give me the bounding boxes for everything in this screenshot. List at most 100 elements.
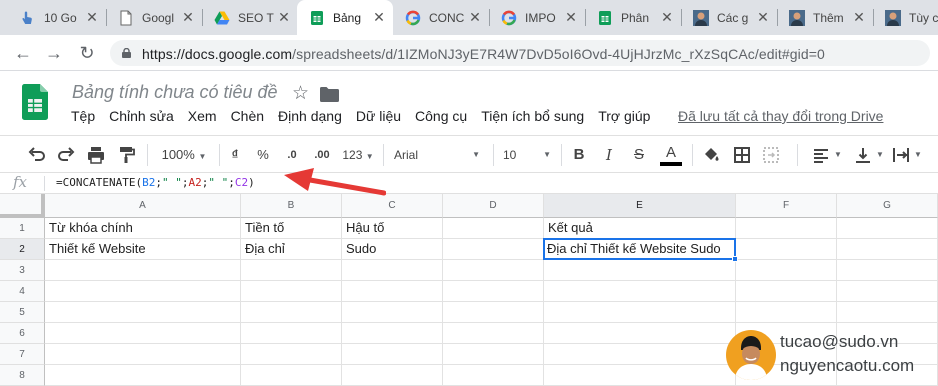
chevron-down-icon[interactable]: ▼ bbox=[876, 144, 884, 166]
paint-format-icon[interactable] bbox=[115, 144, 137, 166]
cell-c3[interactable] bbox=[342, 260, 443, 281]
text-color-button[interactable]: A bbox=[660, 144, 682, 166]
browser-tab[interactable]: CONC ✕ bbox=[393, 0, 489, 35]
menu-insert[interactable]: Chèn bbox=[224, 108, 271, 128]
vertical-align-icon[interactable] bbox=[852, 144, 874, 166]
row-header-3[interactable]: 3 bbox=[0, 260, 45, 281]
menu-edit[interactable]: Chỉnh sửa bbox=[102, 108, 181, 128]
browser-tab[interactable]: SEO T ✕ bbox=[202, 0, 298, 35]
browser-tab[interactable]: Phân ✕ bbox=[585, 0, 681, 35]
cell-d3[interactable] bbox=[443, 260, 544, 281]
browser-tab[interactable]: Tùy c bbox=[873, 0, 938, 35]
row-header-7[interactable]: 7 bbox=[0, 344, 45, 365]
italic-button[interactable]: I bbox=[600, 144, 618, 166]
cell-e4[interactable] bbox=[544, 281, 736, 302]
omnibox[interactable]: https://docs.google.com/spreadsheets/d/1… bbox=[110, 40, 930, 66]
align-left-icon[interactable] bbox=[810, 144, 832, 166]
fill-handle[interactable] bbox=[732, 256, 738, 262]
cell-g2[interactable] bbox=[837, 239, 938, 260]
google-sheets-logo[interactable] bbox=[22, 84, 48, 120]
tab-close-icon[interactable]: ✕ bbox=[84, 9, 100, 26]
format-currency-button[interactable]: ₫ bbox=[226, 144, 244, 166]
select-all-corner[interactable] bbox=[0, 194, 45, 218]
menu-help[interactable]: Trợ giúp bbox=[591, 108, 657, 128]
cell-a1[interactable]: Từ khóa chính bbox=[45, 218, 241, 239]
menu-tools[interactable]: Công cụ bbox=[408, 108, 474, 128]
cell-c6[interactable] bbox=[342, 323, 443, 344]
fill-color-icon[interactable] bbox=[700, 144, 722, 166]
column-header-e[interactable]: E bbox=[544, 194, 736, 218]
browser-tab[interactable]: Googl ✕ bbox=[106, 0, 202, 35]
cell-a5[interactable] bbox=[45, 302, 241, 323]
cell-b5[interactable] bbox=[241, 302, 342, 323]
cell-d4[interactable] bbox=[443, 281, 544, 302]
cell-f3[interactable] bbox=[736, 260, 837, 281]
cell-e2[interactable]: Địa chỉ Thiết kế Website Sudo bbox=[543, 238, 736, 260]
cell-d6[interactable] bbox=[443, 323, 544, 344]
cell-b7[interactable] bbox=[241, 344, 342, 365]
tab-close-icon[interactable]: ✕ bbox=[467, 9, 483, 26]
cell-a7[interactable] bbox=[45, 344, 241, 365]
font-size-select[interactable]: 10 ▼ bbox=[503, 144, 551, 166]
borders-icon[interactable] bbox=[731, 144, 753, 166]
cell-a8[interactable] bbox=[45, 365, 241, 386]
cell-a4[interactable] bbox=[45, 281, 241, 302]
cell-e7[interactable] bbox=[544, 344, 736, 365]
tab-close-icon[interactable]: ✕ bbox=[180, 9, 196, 26]
cell-a2[interactable]: Thiết kế Website bbox=[45, 239, 241, 260]
formula-input[interactable]: =CONCATENATE(B2;" ";A2;" ";C2) bbox=[56, 176, 255, 189]
cell-g1[interactable] bbox=[837, 218, 938, 239]
cell-d5[interactable] bbox=[443, 302, 544, 323]
column-header-a[interactable]: A bbox=[45, 194, 241, 218]
browser-tab[interactable]: IMPO ✕ bbox=[489, 0, 585, 35]
column-header-g[interactable]: G bbox=[837, 194, 938, 218]
tab-close-icon[interactable]: ✕ bbox=[276, 9, 292, 26]
cell-b8[interactable] bbox=[241, 365, 342, 386]
cell-e1[interactable]: Kết quả bbox=[544, 218, 736, 239]
chevron-down-icon[interactable]: ▼ bbox=[834, 144, 842, 166]
row-header-5[interactable]: 5 bbox=[0, 302, 45, 323]
menu-file[interactable]: Tệp bbox=[64, 108, 102, 128]
tab-close-icon[interactable]: ✕ bbox=[563, 9, 579, 26]
menu-view[interactable]: Xem bbox=[181, 108, 224, 128]
font-family-select[interactable]: Arial ▼ bbox=[394, 144, 480, 166]
browser-tab-active[interactable]: Bảng ✕ bbox=[297, 0, 393, 35]
cell-a3[interactable] bbox=[45, 260, 241, 281]
cell-d2[interactable] bbox=[443, 239, 544, 260]
tab-close-icon[interactable]: ✕ bbox=[371, 9, 387, 26]
reload-icon[interactable]: ↻ bbox=[75, 41, 99, 65]
cell-b3[interactable] bbox=[241, 260, 342, 281]
row-header-8[interactable]: 8 bbox=[0, 365, 45, 386]
text-wrap-icon[interactable] bbox=[890, 144, 912, 166]
cell-e3[interactable] bbox=[544, 260, 736, 281]
column-header-f[interactable]: F bbox=[736, 194, 837, 218]
zoom-select[interactable]: 100% ▼ bbox=[158, 144, 210, 166]
cell-d7[interactable] bbox=[443, 344, 544, 365]
cell-b1[interactable]: Tiền tố bbox=[241, 218, 342, 239]
cell-f2[interactable] bbox=[736, 239, 837, 260]
bold-button[interactable]: B bbox=[570, 144, 588, 166]
merge-cells-icon[interactable] bbox=[760, 144, 782, 166]
format-percent-button[interactable]: % bbox=[254, 144, 272, 166]
cell-c5[interactable] bbox=[342, 302, 443, 323]
menu-data[interactable]: Dữ liệu bbox=[349, 108, 408, 128]
cell-c7[interactable] bbox=[342, 344, 443, 365]
row-header-4[interactable]: 4 bbox=[0, 281, 45, 302]
print-icon[interactable] bbox=[85, 144, 107, 166]
cell-d8[interactable] bbox=[443, 365, 544, 386]
cell-e6[interactable] bbox=[544, 323, 736, 344]
tab-close-icon[interactable]: ✕ bbox=[851, 9, 867, 26]
cell-f4[interactable] bbox=[736, 281, 837, 302]
browser-tab[interactable]: 10 Go ✕ bbox=[8, 0, 106, 35]
cell-g4[interactable] bbox=[837, 281, 938, 302]
cell-b2[interactable]: Địa chỉ bbox=[241, 239, 342, 260]
folder-icon[interactable] bbox=[320, 87, 339, 102]
chevron-down-icon[interactable]: ▼ bbox=[914, 144, 922, 166]
menu-format[interactable]: Định dạng bbox=[271, 108, 349, 128]
cell-a6[interactable] bbox=[45, 323, 241, 344]
cell-c1[interactable]: Hậu tố bbox=[342, 218, 443, 239]
column-header-d[interactable]: D bbox=[443, 194, 544, 218]
redo-icon[interactable] bbox=[55, 144, 77, 166]
cell-e8[interactable] bbox=[544, 365, 736, 386]
cell-g3[interactable] bbox=[837, 260, 938, 281]
